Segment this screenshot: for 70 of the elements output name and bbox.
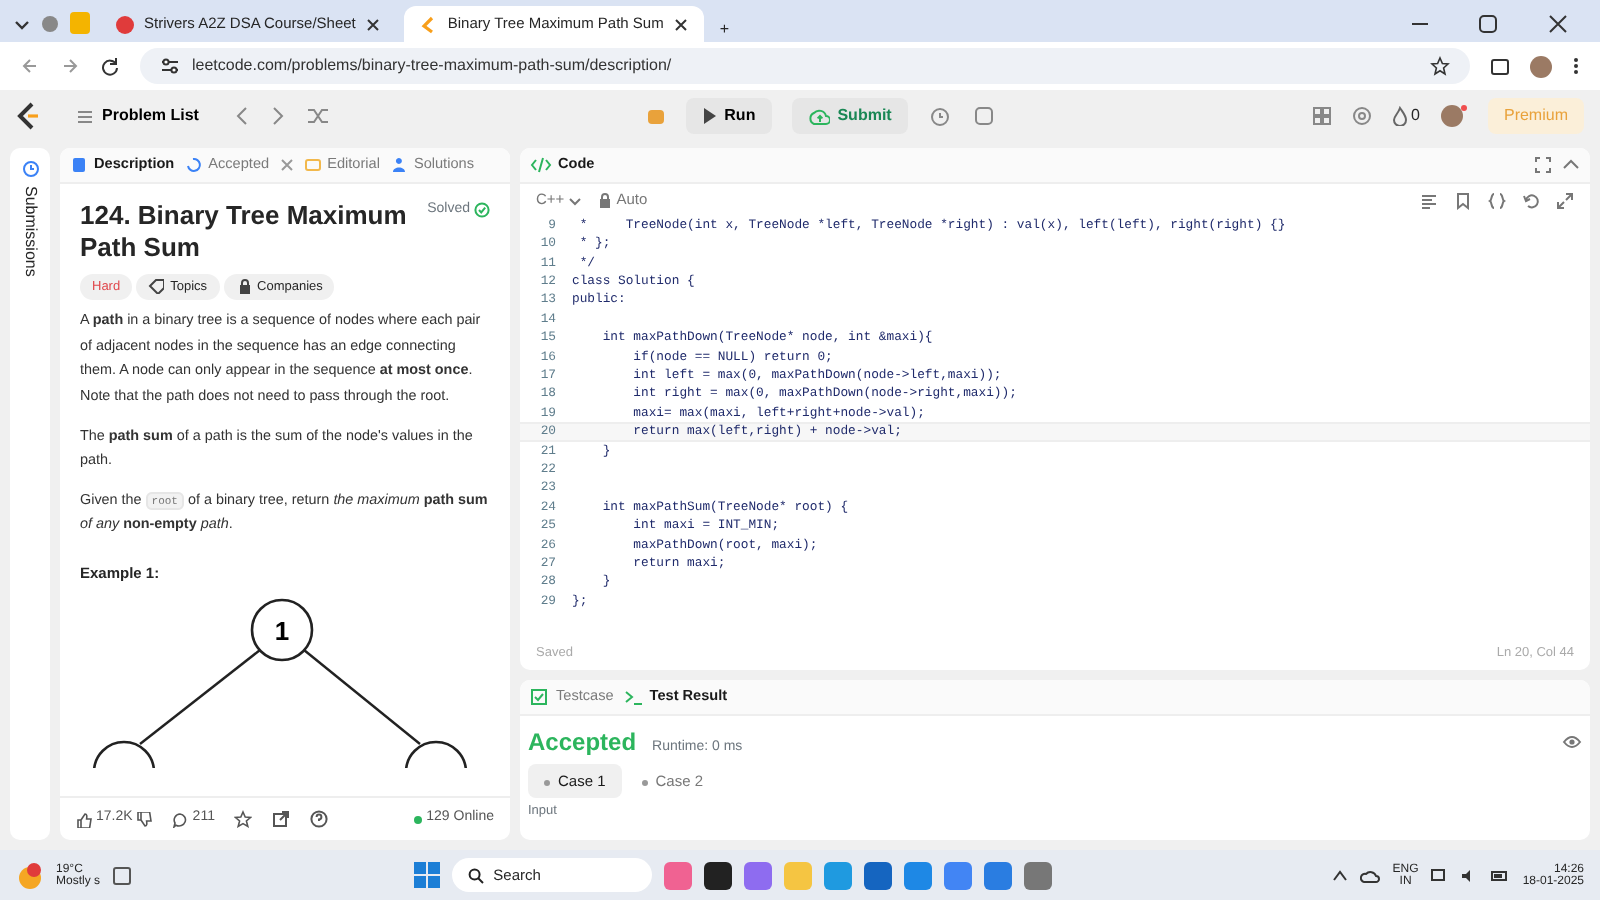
site-icon	[116, 15, 134, 33]
help-icon[interactable]	[310, 810, 329, 828]
reload-icon[interactable]	[100, 56, 120, 76]
list-icon	[76, 107, 94, 125]
check-circle-icon	[474, 202, 490, 219]
forward-icon[interactable]	[60, 56, 80, 76]
braces-icon[interactable]	[1488, 191, 1506, 209]
profile-avatar-icon[interactable]	[1530, 55, 1552, 77]
share-icon[interactable]	[272, 810, 291, 828]
node-label: 1	[274, 616, 290, 647]
eye-icon[interactable]	[1562, 734, 1582, 750]
play-icon	[702, 108, 717, 124]
user-avatar-icon[interactable]	[1439, 104, 1468, 128]
address-bar[interactable]: leetcode.com/problems/binary-tree-maximum-path-sum/description/	[140, 48, 1470, 84]
book-icon	[303, 156, 322, 174]
comment-icon	[172, 811, 189, 827]
submissions-tab[interactable]: Submissions	[18, 186, 42, 277]
leetcode-logo-icon[interactable]	[16, 102, 40, 130]
bookmark-icon[interactable]	[1454, 191, 1472, 209]
weather-icon[interactable]	[16, 861, 44, 889]
caret-icon	[568, 193, 583, 207]
run-button[interactable]: Run	[686, 98, 772, 134]
collapse-icon[interactable]	[1562, 156, 1580, 174]
back-icon[interactable]	[20, 56, 40, 76]
search-icon	[467, 867, 484, 883]
layout-icon[interactable]	[1311, 106, 1332, 126]
window-thumbnail-icon[interactable]	[112, 865, 133, 885]
battery-icon[interactable]	[1490, 867, 1511, 883]
dot-icon	[544, 779, 550, 786]
cloud-icon[interactable]	[1360, 867, 1381, 883]
problem-list-button[interactable]: Problem List	[60, 98, 215, 134]
start-icon[interactable]	[413, 862, 440, 888]
shuffle-icon[interactable]	[306, 106, 331, 126]
streak-counter[interactable]: 0	[1391, 104, 1420, 128]
expand-icon[interactable]	[1556, 191, 1574, 209]
code-icon	[530, 156, 552, 174]
star-icon[interactable]	[1430, 56, 1450, 76]
alarm-clock-icon[interactable]	[927, 104, 952, 128]
format-icon[interactable]	[1420, 191, 1438, 209]
next-icon[interactable]	[270, 106, 287, 126]
note-icon[interactable]	[971, 104, 996, 128]
online-dot-icon	[414, 815, 423, 823]
leetcode-icon	[419, 15, 438, 33]
fullscreen-icon[interactable]	[1534, 156, 1552, 174]
submit-button[interactable]: Submit	[791, 98, 908, 134]
verdict-text: Accepted	[528, 726, 637, 760]
terminal-icon	[623, 688, 644, 706]
problem-title: 124. Binary Tree Maximum Path Sum	[80, 200, 409, 265]
reset-icon[interactable]	[1522, 191, 1540, 209]
flame-icon	[1391, 106, 1408, 126]
close-icon[interactable]	[365, 17, 380, 31]
network-icon[interactable]	[1430, 867, 1449, 883]
site-settings-icon[interactable]	[160, 56, 180, 76]
chevron-up-icon[interactable]	[1332, 867, 1349, 883]
new-tab-button[interactable]: +	[711, 18, 738, 42]
dot-icon	[641, 779, 648, 786]
thumbs-down-icon	[136, 811, 153, 827]
tag-icon	[148, 278, 165, 295]
more-icon[interactable]	[1572, 56, 1580, 76]
close-icon[interactable]	[673, 17, 688, 31]
star-icon[interactable]	[234, 810, 253, 828]
app-icon[interactable]	[703, 861, 732, 889]
document-icon	[70, 156, 88, 174]
lock-icon	[598, 192, 613, 208]
checkbox-icon	[530, 688, 550, 706]
previous-icon[interactable]	[234, 106, 251, 126]
settings-icon[interactable]	[1351, 106, 1372, 126]
cloud-upload-icon	[807, 107, 830, 125]
lock-icon	[235, 278, 252, 295]
thumbs-up-icon	[76, 811, 92, 827]
